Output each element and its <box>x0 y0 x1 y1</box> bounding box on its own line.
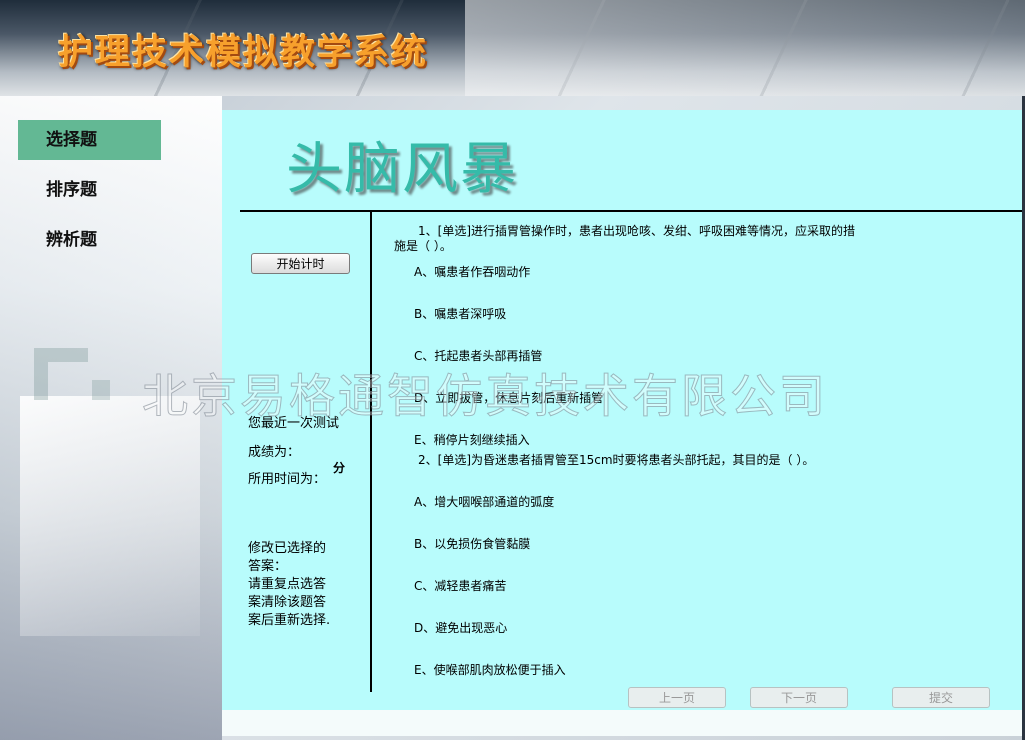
sidebar: 选择题 排序题 辨析题 <box>18 120 218 270</box>
start-timer-button[interactable]: 开始计时 <box>251 253 350 274</box>
vertical-divider <box>370 210 372 692</box>
option-item[interactable]: B、以免损伤食管黏膜 <box>414 537 530 552</box>
option-item[interactable]: E、稍停片刻继续插入 <box>414 433 530 448</box>
option-item[interactable]: E、使喉部肌肉放松便于插入 <box>414 663 566 678</box>
section-title: 头脑风暴 <box>286 137 518 202</box>
hint-line: 答案： <box>248 559 288 574</box>
sidebar-item-choice[interactable]: 选择题 <box>18 120 161 160</box>
header-banner: 护理技术模拟教学系统 <box>0 0 1025 96</box>
time-label: 所用时间为： <box>248 472 327 487</box>
option-item[interactable]: B、嘱患者深呼吸 <box>414 307 506 322</box>
main-panel-footer <box>222 710 1022 736</box>
submit-button[interactable]: 提交 <box>892 687 990 708</box>
time-unit: 分 <box>333 461 346 475</box>
prev-page-button[interactable]: 上一页 <box>628 687 726 708</box>
question-stem: 1、[单选]进行插胃管操作时，患者出现呛咳、发绀、呼吸困难等情况，应采取的措施是… <box>394 224 856 253</box>
option-item[interactable]: C、减轻患者痛苦 <box>414 579 506 594</box>
sidebar-item-analysis[interactable]: 辨析题 <box>18 220 161 260</box>
option-item[interactable]: D、立即拔管，休息片刻后重新插管 <box>414 391 603 406</box>
last-test-label: 您最近一次测试 <box>248 416 340 431</box>
question-stem: 2、[单选]为昏迷患者插胃管至15cm时要将患者头部托起，其目的是（ ）。 <box>418 453 815 467</box>
option-item[interactable]: C、托起患者头部再插管 <box>414 349 542 364</box>
option-item[interactable]: A、增大咽喉部通道的弧度 <box>414 495 554 510</box>
hint-line: 案清除该题答 <box>248 595 327 610</box>
main-panel: 头脑风暴 开始计时 您最近一次测试 成绩为： 分 所用时间为： 修改已选择的 答… <box>222 110 1022 710</box>
score-label: 成绩为： <box>248 445 301 460</box>
option-item[interactable]: D、避免出现恶心 <box>414 621 507 636</box>
option-item[interactable]: A、嘱患者作吞咽动作 <box>414 265 530 280</box>
sidebar-item-sorting[interactable]: 排序题 <box>18 170 161 210</box>
hint-line: 案后重新选择. <box>248 613 331 628</box>
hint-line: 修改已选择的 <box>248 541 327 556</box>
next-page-button[interactable]: 下一页 <box>750 687 848 708</box>
horizontal-divider <box>240 210 1022 212</box>
app-title: 护理技术模拟教学系统 <box>58 33 429 73</box>
hint-line: 请重复点选答 <box>248 577 327 592</box>
hint-text: 修改已选择的 答案： 请重复点选答 案清除该题答 案后重新选择. <box>248 540 330 630</box>
